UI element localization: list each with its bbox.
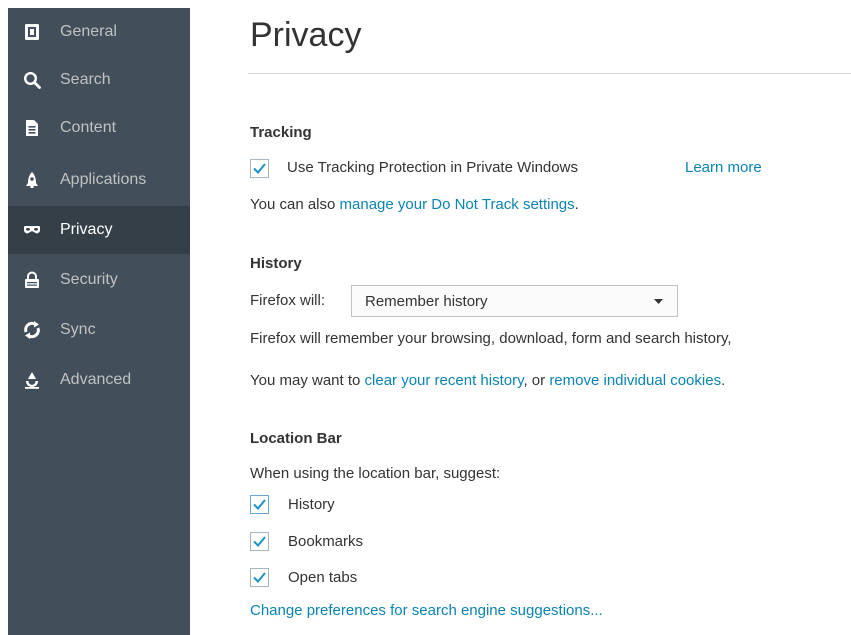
privacy-mask-icon [22,220,42,240]
search-suggestions-prefs-link[interactable]: Change preferences for search engine sug… [250,602,603,619]
suggest-open-tabs-label[interactable]: Open tabs [288,569,357,586]
dnt-suffix: . [574,196,579,213]
sidebar-item-label: Applications [60,171,147,188]
do-not-track-link[interactable]: manage your Do Not Track settings [340,196,575,213]
sidebar-item-content[interactable]: Content [8,104,190,152]
tracking-heading: Tracking [250,124,312,141]
history-select-label: Firefox will: [250,292,326,309]
checkmark-icon [253,572,266,583]
applications-icon [22,170,42,190]
dnt-text: You can also manage your Do Not Track se… [250,196,579,213]
clear-history-text: You may want to clear your recent histor… [250,372,725,389]
learn-more-link[interactable]: Learn more [685,159,762,176]
main-content: Privacy Tracking Use Tracking Protection… [190,0,851,635]
security-lock-icon [22,270,42,290]
sidebar-item-label: Sync [60,321,96,338]
history-description: Firefox will remember your browsing, dow… [250,330,732,347]
clear-recent-history-link[interactable]: clear your recent history [365,372,524,389]
clear-suffix: . [721,372,726,389]
clear-prefix: You may want to [250,372,365,389]
history-mode-dropdown[interactable]: Remember history [351,285,678,317]
checkmark-icon [253,499,266,510]
search-icon [22,70,42,90]
sidebar: General Search Content Applications Priv… [8,8,190,635]
suggest-bookmarks-label[interactable]: Bookmarks [288,533,363,550]
sidebar-item-label: General [60,23,117,40]
suggest-history-checkbox[interactable] [250,495,269,514]
page-title: Privacy [250,16,362,54]
sidebar-item-search[interactable]: Search [8,56,190,104]
sidebar-item-general[interactable]: General [8,8,190,56]
title-divider [248,73,851,74]
suggest-bookmarks-checkbox[interactable] [250,532,269,551]
advanced-icon [22,370,42,390]
sidebar-item-label: Content [60,119,117,136]
sync-icon [22,320,42,340]
location-bar-heading: Location Bar [250,430,342,447]
tracking-protection-label[interactable]: Use Tracking Protection in Private Windo… [287,159,578,176]
sidebar-item-applications[interactable]: Applications [8,156,190,204]
sidebar-item-label: Advanced [60,371,132,388]
suggest-open-tabs-checkbox[interactable] [250,568,269,587]
location-bar-prompt: When using the location bar, suggest: [250,465,501,482]
sidebar-item-sync[interactable]: Sync [8,306,190,354]
checkmark-icon [253,163,266,174]
tracking-protection-checkbox[interactable] [250,159,269,178]
sidebar-item-label: Privacy [60,221,113,238]
clear-middle: , or [523,372,550,389]
general-icon [22,22,42,42]
sidebar-item-label: Security [60,271,118,288]
history-mode-value: Remember history [365,292,488,310]
sidebar-item-privacy[interactable]: Privacy [8,206,190,254]
remove-cookies-link[interactable]: remove individual cookies [549,372,721,389]
history-heading: History [250,255,302,272]
dnt-prefix: You can also [250,196,340,213]
sidebar-item-security[interactable]: Security [8,256,190,304]
checkmark-icon [253,536,266,547]
sidebar-item-advanced[interactable]: Advanced [8,356,190,404]
chevron-down-icon [654,298,663,304]
content-icon [22,118,42,138]
sidebar-item-label: Search [60,71,111,88]
suggest-history-label[interactable]: History [288,496,335,513]
